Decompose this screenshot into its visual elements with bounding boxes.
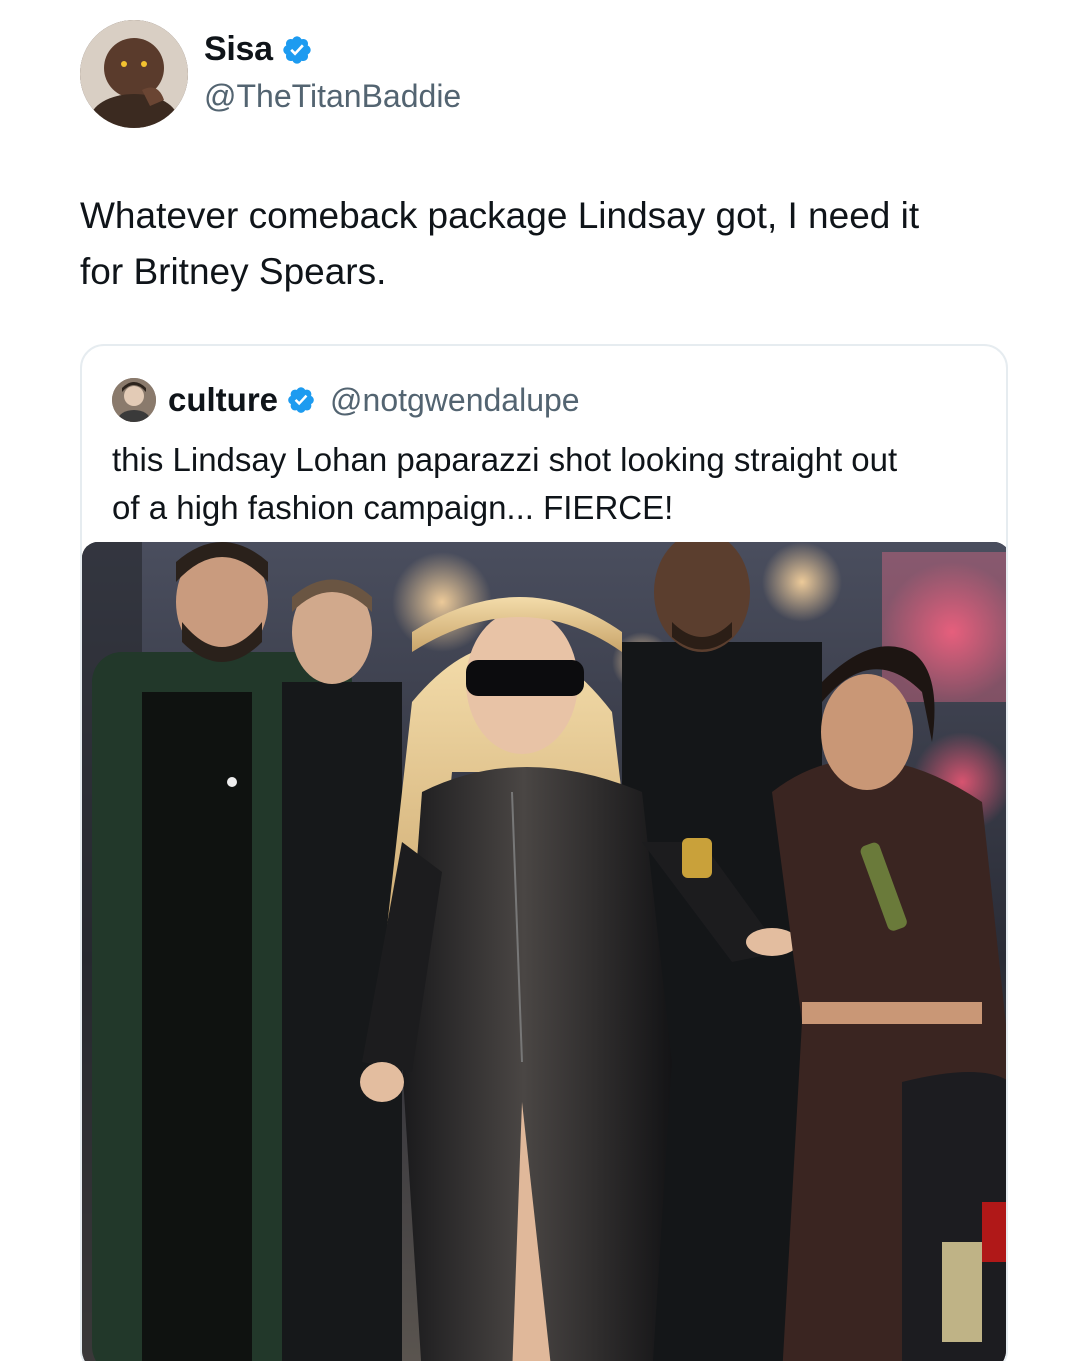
tweet-text: Whatever comeback package Lindsay got, I… <box>80 188 1020 300</box>
quoted-author-display-name[interactable]: culture <box>168 381 278 419</box>
author-avatar[interactable] <box>80 20 188 128</box>
author-name-row: Sisa <box>204 30 313 69</box>
quoted-author-row: culture @notgwendalupe <box>112 378 580 422</box>
quoted-tweet-card[interactable]: culture @notgwendalupe this Lindsay Loha… <box>80 344 1008 1361</box>
author-handle[interactable]: @TheTitanBaddie <box>204 78 461 115</box>
tweet-text-line-1: Whatever comeback package Lindsay got, I… <box>80 195 920 236</box>
tweet-screenshot: Sisa @TheTitanBaddie Whatever comeback p… <box>0 0 1088 1361</box>
quoted-author-avatar[interactable] <box>112 378 156 422</box>
verified-badge-icon <box>286 385 316 415</box>
author-display-name[interactable]: Sisa <box>204 30 273 69</box>
quoted-tweet-photo[interactable] <box>82 542 1006 1361</box>
quoted-author-handle[interactable]: @notgwendalupe <box>330 382 580 419</box>
tweet-text-line-2: for Britney Spears. <box>80 251 387 292</box>
quoted-tweet-text: this Lindsay Lohan paparazzi shot lookin… <box>112 436 992 532</box>
quoted-text-line-1: this Lindsay Lohan paparazzi shot lookin… <box>112 441 898 478</box>
quoted-text-line-2: of a high fashion campaign... FIERCE! <box>112 489 674 526</box>
verified-badge-icon <box>281 34 313 66</box>
